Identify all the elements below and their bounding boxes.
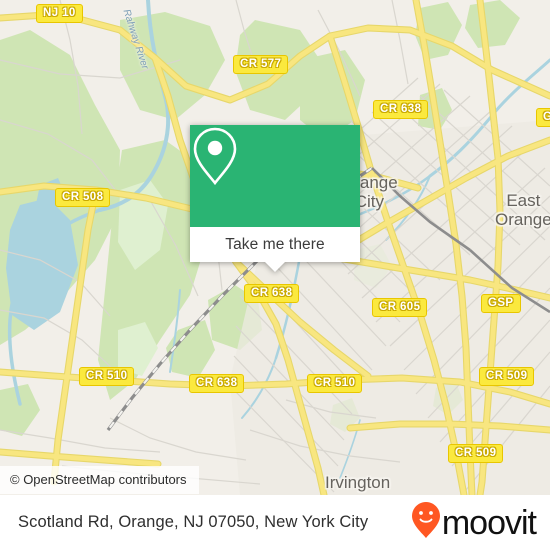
map-canvas[interactable]: Rahway River Orange City East Orange Irv… [0,0,550,495]
road-shield-cr-605[interactable]: CR 605 [372,298,428,317]
location-callout-card[interactable]: Take me there [190,125,360,272]
take-me-there-button[interactable]: Take me there [190,227,360,262]
osm-attribution[interactable]: © OpenStreetMap contributors [0,466,199,494]
road-shield-cr-509-north[interactable]: CR 509 [479,367,535,386]
moovit-pin-icon [411,501,441,544]
road-shield-gsp[interactable]: GSP [481,294,521,313]
address-text: Scotland Rd, Orange, NJ 07050, New York … [18,513,369,531]
footer-bar: Scotland Rd, Orange, NJ 07050, New York … [0,495,550,550]
callout-pointer [265,262,285,272]
road-shield-cr-510-east[interactable]: CR 510 [307,374,363,393]
road-shield-cr-508[interactable]: CR 508 [55,188,111,207]
road-shield-cr-638-mid[interactable]: CR 638 [244,284,300,303]
road-shield-cr-638-south[interactable]: CR 638 [189,374,245,393]
take-me-there-label: Take me there [225,235,325,253]
road-shield-gs-edge[interactable]: GS [536,108,550,127]
road-shield-cr-638-north[interactable]: CR 638 [373,100,429,119]
map-screenshot: Rahway River Orange City East Orange Irv… [0,0,550,550]
road-shield-nj-10[interactable]: NJ 10 [36,4,83,23]
moovit-wordmark: moovit [441,503,537,542]
road-shield-cr-509-south[interactable]: CR 509 [448,444,504,463]
road-shield-cr-577[interactable]: CR 577 [233,55,289,74]
moovit-logo[interactable]: moovit [411,501,537,544]
callout-header [190,125,360,227]
road-shield-cr-510-west[interactable]: CR 510 [79,367,135,386]
